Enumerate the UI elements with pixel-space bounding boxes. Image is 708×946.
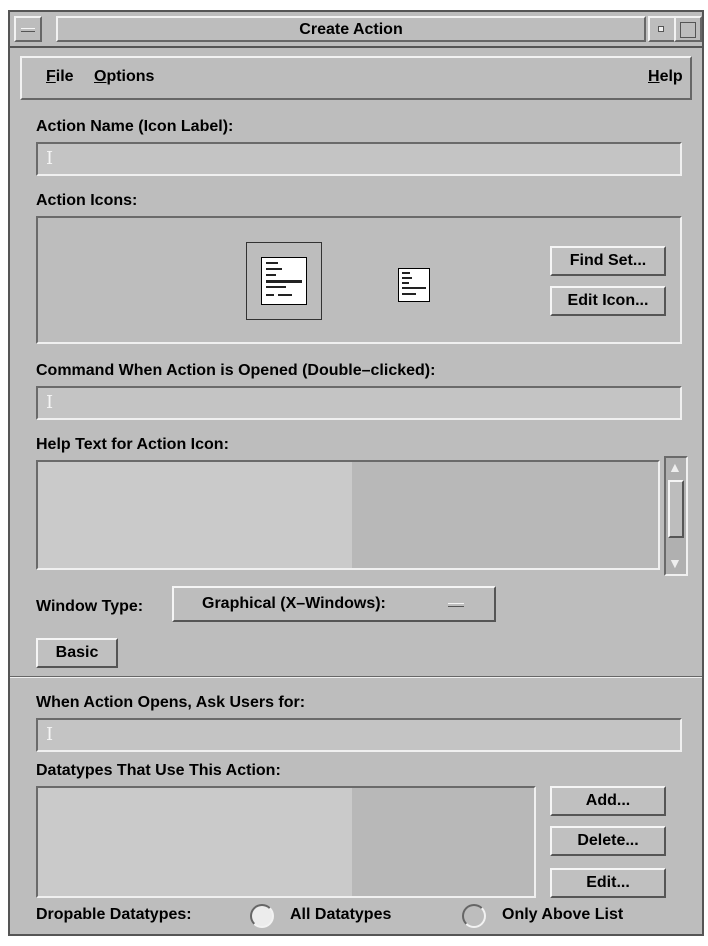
datatypes-label: Datatypes That Use This Action: xyxy=(36,762,281,779)
menu-options[interactable]: Options xyxy=(94,68,154,86)
section-separator xyxy=(10,676,702,678)
datatypes-list-highlight xyxy=(38,788,352,896)
scroll-down-arrow-icon[interactable]: ▼ xyxy=(668,556,682,570)
help-text-label: Help Text for Action Icon: xyxy=(36,436,229,453)
action-icons-label: Action Icons: xyxy=(36,192,138,209)
minimize-icon xyxy=(658,26,664,32)
radio-all-datatypes[interactable] xyxy=(250,904,274,928)
title-bar: Create Action xyxy=(10,12,702,48)
scroll-up-arrow-icon[interactable]: ▲ xyxy=(668,460,682,474)
small-action-icon[interactable] xyxy=(398,268,430,302)
menu-file[interactable]: File xyxy=(46,68,74,86)
ask-users-label: When Action Opens, Ask Users for: xyxy=(36,694,306,711)
window-title[interactable]: Create Action xyxy=(56,16,646,42)
text-cursor-icon: I xyxy=(46,148,54,169)
action-name-label: Action Name (Icon Label): xyxy=(36,118,234,135)
create-action-window: Create Action File Options Help Action N… xyxy=(8,10,704,936)
edit-icon-button[interactable]: Edit Icon... xyxy=(550,286,666,316)
minimize-button[interactable] xyxy=(648,16,676,42)
option-menu-indicator-icon xyxy=(448,603,464,607)
delete-datatype-button[interactable]: Delete... xyxy=(550,826,666,856)
window-type-label: Window Type: xyxy=(36,598,144,615)
scroll-thumb[interactable] xyxy=(668,480,684,538)
window-menu-icon xyxy=(21,28,35,32)
command-label: Command When Action is Opened (Double–cl… xyxy=(36,362,436,379)
help-text-highlight xyxy=(38,462,352,568)
edit-datatype-button[interactable]: Edit... xyxy=(550,868,666,898)
text-cursor-icon: I xyxy=(46,724,54,745)
text-cursor-icon: I xyxy=(46,392,54,413)
large-icon-frame[interactable] xyxy=(246,242,322,320)
radio-only-above-list[interactable] xyxy=(462,904,486,928)
action-icons-panel: Find Set... Edit Icon... xyxy=(36,216,682,344)
window-type-option-menu[interactable]: Graphical (X–Windows): xyxy=(172,586,496,622)
window-menu-button[interactable] xyxy=(14,16,42,42)
add-datatype-button[interactable]: Add... xyxy=(550,786,666,816)
large-action-icon xyxy=(261,257,307,305)
help-text-scrollbar[interactable]: ▲ ▼ xyxy=(664,456,688,576)
maximize-icon xyxy=(680,22,696,38)
maximize-button[interactable] xyxy=(674,16,702,42)
find-set-button[interactable]: Find Set... xyxy=(550,246,666,276)
window-type-selected: Graphical (X–Windows): xyxy=(202,595,386,612)
only-above-list-label[interactable]: Only Above List xyxy=(502,906,623,924)
help-text-area[interactable] xyxy=(36,460,660,570)
menu-help[interactable]: Help xyxy=(648,68,683,86)
menu-bar: File Options Help xyxy=(20,56,692,100)
basic-button[interactable]: Basic xyxy=(36,638,118,668)
ask-users-input[interactable]: I xyxy=(36,718,682,752)
datatypes-list[interactable] xyxy=(36,786,536,898)
command-input[interactable]: I xyxy=(36,386,682,420)
all-datatypes-label[interactable]: All Datatypes xyxy=(290,906,391,924)
dropable-datatypes-label: Dropable Datatypes: xyxy=(36,906,192,923)
action-name-input[interactable]: I xyxy=(36,142,682,176)
